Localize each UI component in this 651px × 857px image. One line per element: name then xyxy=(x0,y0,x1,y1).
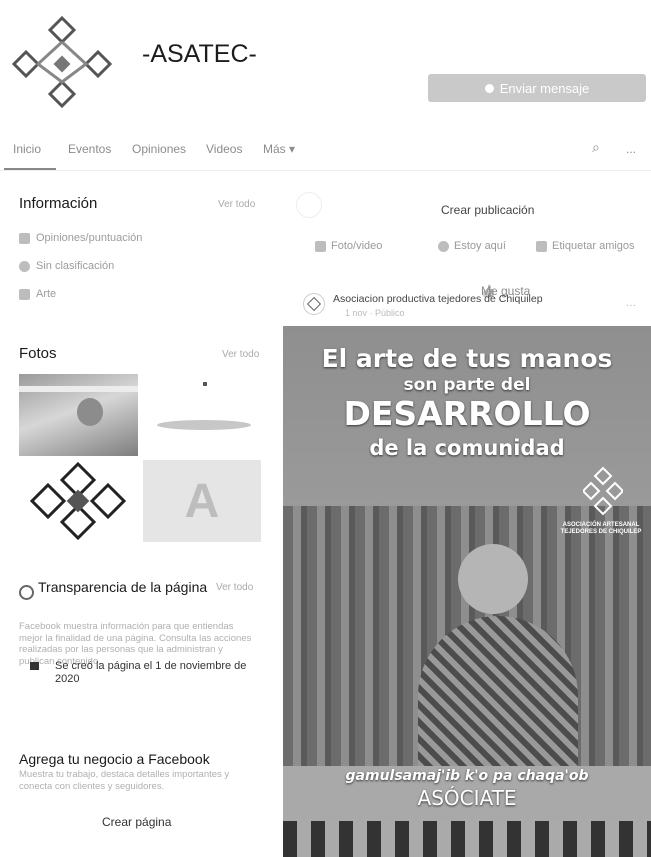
photos-see-all[interactable]: Ver todo xyxy=(222,349,259,360)
post-image[interactable]: El arte de tus manos son parte del DESAR… xyxy=(283,326,651,857)
photo-thumb-1[interactable] xyxy=(19,374,138,456)
create-page-button[interactable]: Crear página xyxy=(102,815,171,829)
business-description: Muestra tu trabajo, destaca detalles imp… xyxy=(19,769,230,792)
poster-line-2: son parte del xyxy=(403,375,531,395)
location-pin-icon xyxy=(438,240,449,252)
post-meta: 1 nov · Público xyxy=(345,308,405,318)
tab-eventos[interactable]: Eventos xyxy=(68,142,111,156)
search-icon[interactable]: ⌕ xyxy=(592,139,600,156)
info-see-all[interactable]: Ver todo xyxy=(218,199,255,210)
photo-thumb-2[interactable] xyxy=(143,374,261,456)
photo-thumb-3[interactable] xyxy=(19,460,138,542)
info-icon xyxy=(19,260,30,272)
calendar-icon xyxy=(30,662,39,670)
org-logo xyxy=(581,466,625,516)
info-row-category: Sin clasificación xyxy=(19,260,114,272)
nav-divider xyxy=(0,170,651,171)
transparency-title: Transparencia de la página xyxy=(38,579,208,595)
messenger-icon xyxy=(484,83,494,93)
tab-videos[interactable]: Videos xyxy=(206,142,242,156)
page-created-date: Se creó la página el 1 de noviembre de 2… xyxy=(55,660,247,685)
poster-line-4: de la comunidad xyxy=(369,436,565,460)
org-name: ASOCIACIÓN ARTESANAL TEJEDORES DE CHIQUI… xyxy=(560,522,642,535)
star-icon xyxy=(19,232,30,244)
more-menu[interactable]: ... xyxy=(626,142,636,156)
info-row-art: Arte xyxy=(19,288,56,300)
tab-inicio[interactable]: Inicio xyxy=(13,142,41,156)
transparency-see-all[interactable]: Ver todo xyxy=(216,582,253,593)
tab-opiniones[interactable]: Opiniones xyxy=(132,142,186,156)
post-author-avatar[interactable] xyxy=(303,293,325,315)
photo-video-action[interactable]: Foto/video xyxy=(315,240,382,252)
poster-line-1: El arte de tus manos xyxy=(321,344,613,373)
page-name: -ASATEC- xyxy=(142,40,257,68)
post-options-menu[interactable]: ··· xyxy=(626,300,636,311)
poster-slogan: gamulsamaj'ib k'o pa chaqa'ob xyxy=(345,768,589,784)
photo-thumb-4[interactable]: A xyxy=(143,460,261,542)
info-row-ratings: Opiniones/puntuación xyxy=(19,232,142,244)
letter-a-logo: A xyxy=(184,474,220,528)
post-author-name[interactable]: Asociacion productiva tejedores de Chiqu… xyxy=(333,293,543,305)
poster-cta: ASÓCIATE xyxy=(417,786,517,810)
photo-icon xyxy=(315,240,326,252)
transparency-icon xyxy=(19,585,34,600)
tab-mas[interactable]: Más ▾ xyxy=(263,142,295,156)
photos-title: Fotos xyxy=(19,345,57,362)
wave-graphic xyxy=(157,420,251,430)
page-logo xyxy=(11,12,113,112)
create-post-button[interactable]: Crear publicación xyxy=(441,203,534,217)
send-message-label: Enviar mensaje xyxy=(499,80,590,96)
business-title: Agrega tu negocio a Facebook xyxy=(19,751,210,767)
check-in-action[interactable]: Estoy aquí xyxy=(438,240,506,252)
diamond-logo-icon xyxy=(306,296,322,312)
poster-line-3: DESARROLLO xyxy=(343,394,591,433)
composer-avatar xyxy=(296,192,322,218)
info-title: Información xyxy=(19,195,98,212)
tag-friends-action[interactable]: Etiquetar amigos xyxy=(536,240,635,252)
people-icon xyxy=(536,240,547,252)
weaver-figure xyxy=(458,544,528,614)
tag-icon xyxy=(19,288,30,300)
send-message-button[interactable]: Enviar mensaje xyxy=(428,74,646,102)
